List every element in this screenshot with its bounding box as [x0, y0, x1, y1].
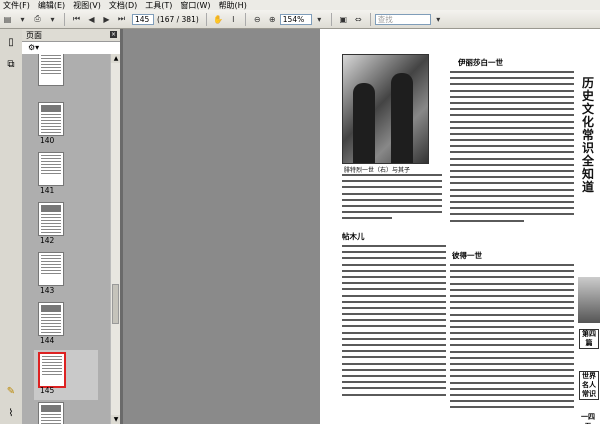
thumbnail-image[interactable]: [38, 54, 64, 86]
document-page: 腓特烈一世（右）与其子 伊丽莎白一世 帖木儿 彼得一世 历史文化常识全知道 第四…: [320, 29, 600, 424]
heading-timur: 帖木儿: [342, 232, 365, 241]
page-number: 一四五: [579, 413, 597, 424]
menu-view[interactable]: 视图(V): [70, 0, 106, 11]
toolbar-divider: [244, 12, 246, 26]
toolbar: ▤ ▾ ⎙ ▾ ⏮ ◀ ▶ ⏭ 145 (167 / 381) ✋ I ⊖ ⊕ …: [0, 10, 600, 29]
thumbnail-image[interactable]: [38, 302, 64, 336]
navigation-strip: ▯ ⧉ ✎ ⌇: [0, 29, 23, 424]
pages-panel-header: 页面 ×: [22, 29, 120, 42]
attachments-icon[interactable]: ⧉: [5, 58, 17, 70]
previous-page-icon[interactable]: ◀: [86, 14, 97, 25]
menu-bar: 文件(F) 编辑(E) 视图(V) 文档(D) 工具(T) 窗口(W) 帮助(H…: [0, 0, 600, 10]
thumbnail-label: 140: [40, 136, 55, 145]
document-view[interactable]: 腓特烈一世（右）与其子 伊丽莎白一世 帖木儿 彼得一世 历史文化常识全知道 第四…: [123, 29, 600, 424]
thumbnail-label: 144: [40, 336, 55, 345]
thumbnail-label: 145: [40, 386, 55, 395]
frederick-text: [342, 174, 442, 224]
menu-help[interactable]: 帮助(H): [216, 0, 252, 11]
elizabeth-text: [450, 71, 574, 226]
zoom-out-icon[interactable]: ⊖: [252, 14, 263, 25]
print-icon[interactable]: ⎙: [32, 14, 43, 25]
part-label: 第四篇: [579, 329, 599, 349]
select-text-icon[interactable]: I: [228, 14, 239, 25]
chevron-down-icon[interactable]: ▾: [17, 14, 28, 25]
page-number-input[interactable]: 145: [132, 13, 154, 25]
toolbar-divider: [369, 12, 371, 26]
toolbar-divider: [330, 12, 332, 26]
margin-portrait: [578, 277, 600, 323]
page-count-label: (167 / 381): [157, 14, 199, 24]
thumbnail-image[interactable]: [38, 402, 64, 424]
comments-icon[interactable]: ✎: [5, 385, 17, 397]
page-margin-banner: 历史文化常识全知道 第四篇 世界名人常识 一四五: [578, 67, 600, 424]
menu-file[interactable]: 文件(F): [0, 0, 35, 11]
thumbnail-label: 143: [40, 286, 55, 295]
chevron-down-icon[interactable]: ▾: [433, 14, 444, 25]
pages-icon[interactable]: ▯: [5, 36, 17, 48]
image-caption: 腓特烈一世（右）与其子: [344, 167, 411, 174]
search-input[interactable]: 查找: [374, 13, 431, 25]
thumbnail-label: 141: [40, 186, 55, 195]
toolbar-divider: [64, 12, 65, 26]
thumbnail-image[interactable]: [38, 152, 64, 186]
paperclip-icon[interactable]: ⌇: [5, 407, 17, 419]
heading-elizabeth: 伊丽莎白一世: [458, 58, 503, 67]
thumbnail-image[interactable]: [38, 352, 66, 388]
menu-document[interactable]: 文档(D): [106, 0, 142, 11]
close-icon[interactable]: ×: [110, 31, 117, 38]
menu-tools[interactable]: 工具(T): [142, 0, 177, 11]
thumbnail-image[interactable]: [38, 102, 64, 136]
pages-panel: 页面 × ⚙▾ 140141142143144145146 ▲ ▼: [22, 29, 121, 424]
peter-text: [450, 264, 574, 413]
last-page-icon[interactable]: ⏭: [116, 14, 127, 25]
book-title: 历史文化常识全知道: [582, 76, 595, 194]
zoom-in-icon[interactable]: ⊕: [267, 14, 278, 25]
first-page-icon[interactable]: ⏮: [71, 14, 82, 25]
toolbar-divider: [205, 12, 207, 26]
chevron-down-icon[interactable]: ▾: [47, 14, 58, 25]
options-icon[interactable]: ⚙▾: [28, 43, 39, 52]
section-label: 世界名人常识: [579, 371, 599, 400]
chevron-down-icon[interactable]: ▾: [314, 14, 325, 25]
thumbnail-image[interactable]: [38, 252, 64, 286]
zoom-field[interactable]: 154%: [279, 13, 312, 25]
figure-left: [353, 83, 375, 163]
thumbnail-label: 142: [40, 236, 55, 245]
menu-window[interactable]: 窗口(W): [177, 0, 215, 11]
pages-panel-options[interactable]: ⚙▾: [22, 42, 120, 53]
fit-page-icon[interactable]: ▣: [338, 14, 349, 25]
heading-peter: 彼得一世: [452, 251, 482, 260]
menu-edit[interactable]: 编辑(E): [35, 0, 70, 11]
pages-panel-title: 页面: [26, 30, 42, 40]
next-page-icon[interactable]: ▶: [101, 14, 112, 25]
portrait-illustration: [342, 54, 429, 164]
scrollbar-thumb[interactable]: [112, 284, 119, 324]
thumbnail-list[interactable]: 140141142143144145146: [22, 54, 110, 424]
hand-tool-icon[interactable]: ✋: [213, 14, 224, 25]
open-folder-icon[interactable]: ▤: [2, 14, 13, 25]
timur-text: [342, 245, 446, 400]
figure-right: [391, 73, 413, 163]
thumbnail-image[interactable]: [38, 202, 64, 236]
fit-width-icon[interactable]: ⇔: [353, 14, 364, 25]
